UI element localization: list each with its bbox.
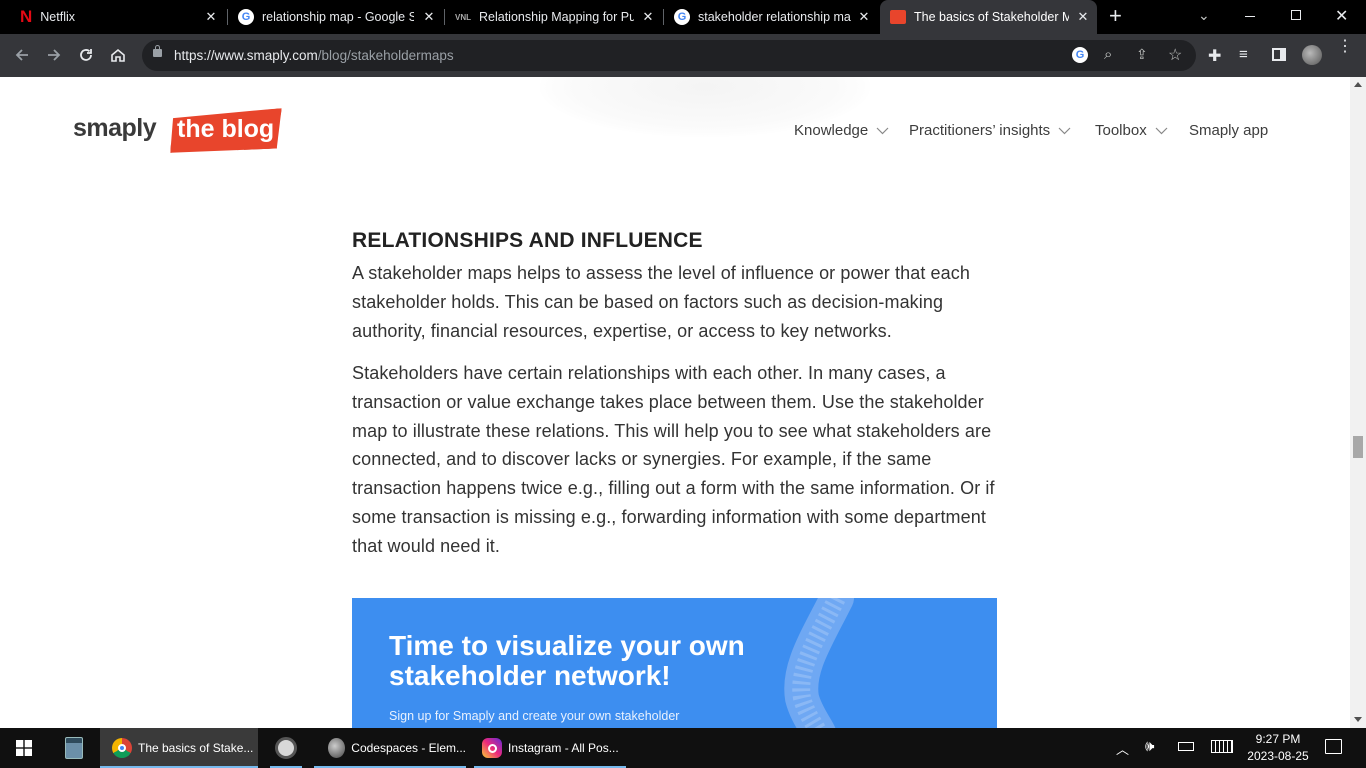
url-host: https://www.smaply.com [174,48,318,63]
codespaces-icon [328,738,346,758]
close-icon[interactable]: ✕ [856,9,872,25]
nav-label: Toolbox [1095,122,1147,139]
nav-label: Practitioners’ insights [909,122,1051,139]
tab-title: The basics of Stakeholder Ma [914,10,1069,24]
tab-google-search[interactable]: G relationship map - Google Se ✕ [228,0,443,34]
address-bar[interactable]: https://www.smaply.com/blog/stakeholderm… [142,40,1196,71]
close-icon[interactable]: ✕ [640,9,656,25]
zoom-icon[interactable]: ⌕ [1104,46,1112,63]
close-window-icon[interactable]: ✕ [1335,6,1348,26]
logo-wordmark: smaply [73,114,157,142]
bookmark-star-icon[interactable]: ☆ [1168,45,1182,65]
minimize-icon[interactable] [1245,16,1255,17]
notifications-icon[interactable] [1325,739,1342,754]
chrome-icon [112,738,132,758]
home-icon[interactable] [105,42,131,68]
page-content: smaply the blog Knowledge Practitioners’… [0,77,1350,728]
back-icon[interactable] [9,42,35,68]
clock-time: 9:27 PM [1255,732,1301,746]
cta-title-line2: stakeholder network! [389,660,671,691]
tab-title: Relationship Mapping for Pul [479,10,634,24]
clock-date: 2023-08-25 [1247,749,1309,763]
nav-knowledge[interactable]: Knowledge [794,122,889,139]
battery-icon[interactable] [1178,742,1194,751]
close-icon[interactable]: ✕ [1075,9,1091,25]
windows-taskbar: The basics of Stake... Codespaces - Elem… [0,728,1366,768]
new-tab-icon[interactable]: + [1109,5,1122,27]
tab-search-icon[interactable]: ⌄ [1198,7,1210,24]
calculator-icon [65,737,83,759]
start-button[interactable] [0,728,48,768]
forward-icon[interactable] [41,42,67,68]
nav-smaply-app[interactable]: Smaply app [1189,122,1268,139]
cta-subtitle: Sign up for Smaply and create your own s… [389,709,680,723]
taskbar-codespaces-window[interactable]: Codespaces - Elem... [314,728,466,768]
tab-stakeholder-basics[interactable]: The basics of Stakeholder Ma ✕ [880,0,1097,34]
google-icon: G [238,9,254,25]
taskbar-chrome-window[interactable]: The basics of Stake... [100,728,258,768]
nav-label: Knowledge [794,122,869,139]
menu-icon[interactable]: ⋮ [1337,39,1353,55]
smaply-favicon-icon [890,10,906,24]
share-icon[interactable]: ⇪ [1136,46,1148,63]
tab-title: relationship map - Google Se [262,10,414,24]
taskbar-label: The basics of Stake... [138,741,254,755]
show-hidden-icons-icon[interactable]: ︿ [1116,739,1129,758]
chevron-down-icon [1155,127,1168,135]
google-icon: G [674,9,690,25]
netflix-icon: N [20,7,33,26]
chevron-down-icon [1058,127,1071,135]
google-lens-icon[interactable]: G [1072,47,1088,63]
instagram-icon [482,738,502,758]
cta-banner[interactable]: Time to visualize your own stakeholder n… [352,598,997,728]
keyboard-icon[interactable] [1211,740,1233,753]
close-icon[interactable]: ✕ [421,9,437,25]
tab-netflix[interactable]: N Netflix ✕ [10,0,225,34]
chevron-down-icon [876,127,889,135]
logo-tag-text: the blog [177,115,275,143]
nav-label: Smaply app [1189,122,1269,139]
scroll-down-icon[interactable] [1354,717,1362,722]
taskbar-label: Codespaces - Elem... [351,741,466,755]
extensions-icon[interactable]: ✚ [1208,46,1221,66]
windows-logo-icon [16,740,32,756]
vnl-icon: VNL [455,12,471,22]
nav-toolbox[interactable]: Toolbox [1095,122,1168,139]
app-icon [275,737,297,759]
tab-title: stakeholder relationship map [698,10,851,24]
taskbar-instagram-window[interactable]: Instagram - All Pos... [474,728,626,768]
profile-avatar[interactable] [1302,45,1322,65]
url-path: /blog/stakeholdermaps [317,48,454,63]
paragraph-influence: A stakeholder maps helps to assess the l… [352,263,970,341]
taskbar-label: Instagram - All Pos... [508,741,619,755]
volume-icon[interactable]: 🕪 [1145,738,1154,755]
section-heading: RELATIONSHIPS AND INFLUENCE [352,229,703,252]
cta-title-line1: Time to visualize your own [389,630,745,661]
scroll-up-icon[interactable] [1354,82,1362,87]
side-panel-icon[interactable] [1272,48,1286,61]
paragraph-relationships: Stakeholders have certain relationships … [352,363,995,556]
nav-practitioners-insights[interactable]: Practitioners’ insights [909,122,1071,139]
decorative-stroke-graphic [784,598,854,728]
reload-icon[interactable] [73,42,99,68]
close-icon[interactable]: ✕ [203,9,219,25]
tab-bar: N Netflix ✕ G relationship map - Google … [0,0,1366,34]
scrollbar-thumb[interactable] [1353,436,1363,458]
tab-relationship-mapping[interactable]: VNL Relationship Mapping for Pul ✕ [445,0,662,34]
media-control-icon[interactable]: ≡ [1239,46,1248,63]
clock[interactable]: 9:27 PM 2023-08-25 [1244,731,1312,765]
taskbar-app-pinned[interactable] [262,728,310,768]
page-scrollbar[interactable] [1350,77,1366,728]
tab-title: Netflix [40,10,76,24]
restore-icon[interactable] [1291,10,1301,20]
taskbar-calculator[interactable] [50,728,98,768]
tab-stakeholder-map-search[interactable]: G stakeholder relationship map ✕ [664,0,878,34]
